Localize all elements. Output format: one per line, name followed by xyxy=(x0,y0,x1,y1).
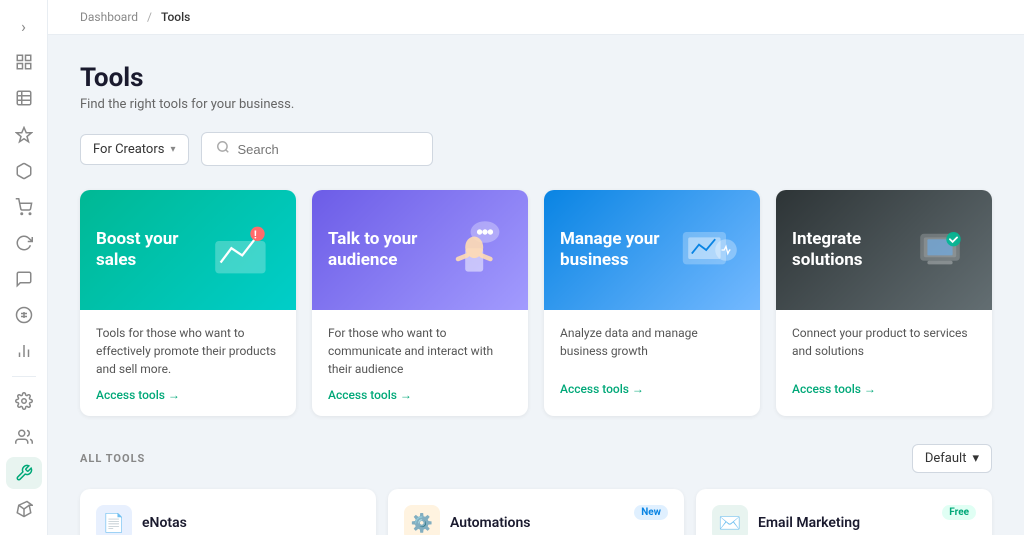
filter-select[interactable]: For Creators ▾ xyxy=(80,134,189,165)
tool-card: ⚙️ Automations New Organize and automate… xyxy=(388,489,684,535)
category-card-talk: Talk to your audience For those who want… xyxy=(312,190,528,416)
section-label: ALL TOOLS xyxy=(80,452,145,465)
tool-icon: 📄 xyxy=(96,505,132,535)
access-link-talk[interactable]: Access tools → xyxy=(328,388,512,402)
category-title-integrate: Integrate solutions xyxy=(792,229,902,272)
breadcrumb: Dashboard / Tools xyxy=(48,0,1024,35)
page-title: Tools xyxy=(80,63,992,93)
category-banner-talk: Talk to your audience xyxy=(312,190,528,310)
category-title-talk: Talk to your audience xyxy=(328,229,438,272)
category-card-manage: Manage your business Analyze data and ma… xyxy=(544,190,760,416)
category-title-boost: Boost your sales xyxy=(96,229,206,272)
category-title-manage: Manage your business xyxy=(560,229,670,272)
category-banner-manage: Manage your business xyxy=(544,190,760,310)
tool-name: Automations xyxy=(450,515,531,531)
tools-grid: 📄 eNotas Issue invoices automatically fo… xyxy=(80,489,992,535)
sidebar-item-cart[interactable] xyxy=(6,191,42,223)
tool-icon: ✉️ xyxy=(712,505,748,535)
category-illustration-boost: ! xyxy=(208,214,280,286)
sidebar-item-box[interactable] xyxy=(6,155,42,187)
svg-text:!: ! xyxy=(254,228,257,241)
sort-select[interactable]: Default ▾ xyxy=(912,444,992,473)
tool-name: eNotas xyxy=(142,515,187,531)
sidebar-item-sparkle[interactable] xyxy=(6,118,42,150)
category-body-talk: For those who want to communicate and in… xyxy=(312,310,528,416)
category-body-boost: Tools for those who want to effectively … xyxy=(80,310,296,416)
access-link-integrate[interactable]: Access tools → xyxy=(792,382,976,396)
sidebar-item-grid[interactable] xyxy=(6,82,42,114)
tool-icon: ⚙️ xyxy=(404,505,440,535)
sidebar-item-refresh[interactable] xyxy=(6,227,42,259)
content-area: Tools Find the right tools for your busi… xyxy=(48,35,1024,535)
category-card-integrate: Integrate solutions Connect your product… xyxy=(776,190,992,416)
category-illustration-manage xyxy=(672,214,744,286)
page-subtitle: Find the right tools for your business. xyxy=(80,97,992,112)
sidebar-item-chart[interactable] xyxy=(6,335,42,367)
tool-card-header: ⚙️ Automations New xyxy=(404,505,668,535)
section-header: ALL TOOLS Default ▾ xyxy=(80,444,992,473)
sidebar-divider xyxy=(12,376,36,377)
sidebar-item-dollar[interactable] xyxy=(6,299,42,331)
tool-name: Email Marketing xyxy=(758,515,860,531)
tool-card-left: ⚙️ Automations xyxy=(404,505,531,535)
sort-chevron-icon: ▾ xyxy=(972,451,979,466)
access-link-boost[interactable]: Access tools → xyxy=(96,388,280,402)
sort-label: Default xyxy=(925,451,967,466)
main-content: Dashboard / Tools Tools Find the right t… xyxy=(48,0,1024,535)
tool-badge: New xyxy=(634,505,668,520)
chevron-down-icon: ▾ xyxy=(170,144,175,155)
category-illustration-integrate xyxy=(904,214,976,286)
sidebar-item-people[interactable] xyxy=(6,421,42,453)
breadcrumb-separator: / xyxy=(147,10,152,24)
category-desc-boost: Tools for those who want to effectively … xyxy=(96,324,280,378)
tool-badge: Free xyxy=(942,505,976,520)
search-icon xyxy=(216,140,230,158)
filter-label: For Creators xyxy=(93,142,164,157)
tool-card-left: 📄 eNotas xyxy=(96,505,187,535)
tool-card: ✉️ Email Marketing Free Send bulk emails… xyxy=(696,489,992,535)
breadcrumb-current: Tools xyxy=(161,10,190,24)
access-link-manage[interactable]: Access tools → xyxy=(560,382,744,396)
search-box xyxy=(201,132,433,166)
sidebar-item-home[interactable] xyxy=(6,46,42,78)
category-body-manage: Analyze data and manage business growth … xyxy=(544,310,760,410)
tool-card: 📄 eNotas Issue invoices automatically fo… xyxy=(80,489,376,535)
sidebar: › xyxy=(0,0,48,535)
category-desc-manage: Analyze data and manage business growth xyxy=(560,324,744,372)
filter-row: For Creators ▾ xyxy=(80,132,992,166)
category-desc-talk: For those who want to communicate and in… xyxy=(328,324,512,378)
category-banner-boost: Boost your sales ! xyxy=(80,190,296,310)
search-input[interactable] xyxy=(238,142,418,157)
category-illustration-talk xyxy=(440,214,512,286)
sidebar-item-tools[interactable] xyxy=(6,457,42,489)
category-card-boost: Boost your sales ! Tools for those who w… xyxy=(80,190,296,416)
tool-card-header: ✉️ Email Marketing Free xyxy=(712,505,976,535)
sidebar-item-settings[interactable] xyxy=(6,384,42,416)
category-banner-integrate: Integrate solutions xyxy=(776,190,992,310)
sidebar-toggle[interactable]: › xyxy=(6,10,42,42)
sidebar-item-camera[interactable] xyxy=(6,493,42,525)
breadcrumb-dashboard[interactable]: Dashboard xyxy=(80,10,138,24)
category-desc-integrate: Connect your product to services and sol… xyxy=(792,324,976,372)
sidebar-item-chat[interactable] xyxy=(6,263,42,295)
category-body-integrate: Connect your product to services and sol… xyxy=(776,310,992,410)
tool-card-left: ✉️ Email Marketing xyxy=(712,505,860,535)
category-grid: Boost your sales ! Tools for those who w… xyxy=(80,190,992,416)
tool-card-header: 📄 eNotas xyxy=(96,505,360,535)
